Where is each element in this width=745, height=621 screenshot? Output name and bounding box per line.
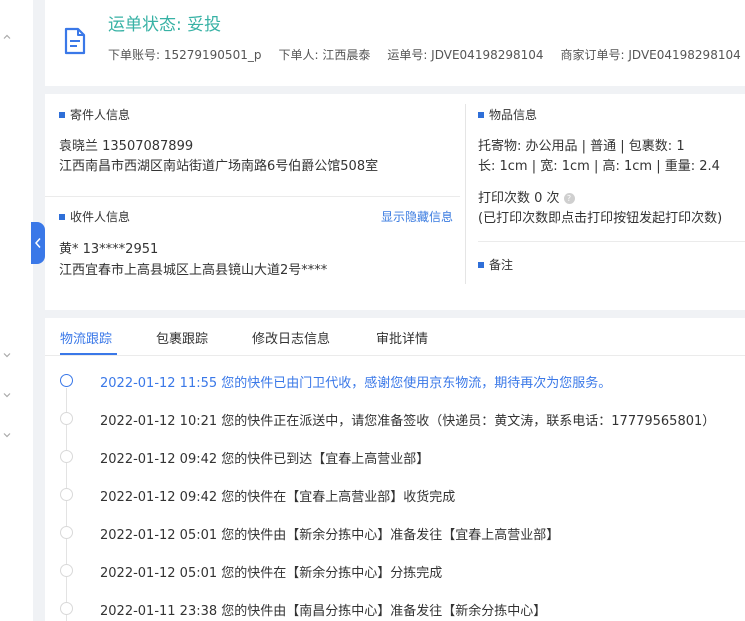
sender-name-phone: 袁晓兰 13507087899	[59, 139, 194, 154]
receiver-address: 江西宜春市上高县城区上高县镜山大道2号****	[59, 263, 328, 278]
chevron-down-icon[interactable]	[1, 349, 13, 361]
timeline-text: 2022-01-12 05:01 您的快件由【新余分拣中心】准备发往【宜春上高营…	[100, 528, 560, 543]
timeline-text: 2022-01-12 09:42 您的快件已到达【宜春上高营业部】	[100, 452, 430, 467]
tracking-timeline: 2022-01-12 11:55 您的快件已由门卫代收，感谢您使用京东物流，期待…	[45, 356, 745, 621]
timeline-dot	[60, 450, 73, 463]
timeline-item: 2022-01-12 10:21 您的快件正在派送中，请您准备签收（快递员：黄文…	[45, 407, 745, 429]
receiver-name-phone: 黄* 13****2951	[59, 242, 159, 257]
timeline-item: 2022-01-11 23:38 您的快件由【南昌分拣中心】准备发往【新余分拣中…	[45, 597, 745, 619]
timeline-text: 2022-01-11 23:38 您的快件由【南昌分拣中心】准备发往【新余分拣中…	[100, 604, 547, 619]
goods-line-1: 托寄物: 办公用品 | 普通 | 包裹数: 1	[478, 139, 685, 154]
shipment-info-card: 寄件人信息 袁晓兰 13507087899 江西南昌市西湖区南站街道广场南路6号…	[45, 94, 745, 310]
receiver-section-title: 收件人信息	[59, 208, 130, 225]
timeline-dot	[60, 564, 73, 577]
timeline-text: 2022-01-12 09:42 您的快件在【宜春上高营业部】收货完成	[100, 490, 456, 505]
timeline-text: 2022-01-12 05:01 您的快件在【新余分拣中心】分拣完成	[100, 566, 443, 581]
divider	[478, 241, 745, 242]
chevron-down-icon[interactable]	[1, 429, 13, 441]
waybill-number: 运单号: JDVE04198298104	[387, 48, 544, 62]
timeline-item: 2022-01-12 11:55 您的快件已由门卫代收，感谢您使用京东物流，期待…	[45, 369, 745, 391]
sidebar-collapse-button[interactable]	[31, 222, 45, 264]
timeline-dot	[60, 602, 73, 615]
timeline-dot	[60, 526, 73, 539]
order-account: 下单账号: 15279190501_p	[108, 48, 262, 62]
left-rail	[0, 0, 33, 621]
tab-approval-details[interactable]: 审批详情	[376, 328, 428, 347]
divider	[465, 104, 466, 284]
timeline-text: 2022-01-12 11:55 您的快件已由门卫代收，感谢您使用京东物流，期待…	[100, 376, 612, 391]
timeline-item: 2022-01-12 05:01 您的快件由【新余分拣中心】准备发往【宜春上高营…	[45, 521, 745, 543]
merchant-order-number: 商家订单号: JDVE04198298104	[560, 48, 741, 62]
tab-logistics-tracking[interactable]: 物流跟踪	[60, 328, 112, 347]
print-count-text: 打印次数 0 次	[478, 191, 560, 206]
sender-address: 江西南昌市西湖区南站街道广场南路6号伯爵公馆508室	[59, 159, 379, 174]
tab-package-tracking[interactable]: 包裹跟踪	[156, 328, 208, 347]
document-icon	[61, 27, 89, 55]
timeline-item: 2022-01-12 09:42 您的快件在【宜春上高营业部】收货完成	[45, 483, 745, 505]
timeline-dot	[60, 374, 73, 387]
waybill-header: 运单状态: 妥投 下单账号: 15279190501_p 下单人: 江西晨泰 运单号…	[45, 0, 745, 86]
sender-section-title: 寄件人信息	[59, 106, 130, 123]
show-hidden-info-link[interactable]: 显示隐藏信息	[381, 208, 453, 225]
orderer: 下单人: 江西晨泰	[278, 48, 371, 62]
tracking-tabs: 物流跟踪 包裹跟踪 修改日志信息 审批详情	[45, 318, 745, 356]
goods-section-title: 物品信息	[478, 106, 537, 123]
timeline-dot	[60, 488, 73, 501]
timeline-item: 2022-01-12 05:01 您的快件在【新余分拣中心】分拣完成	[45, 559, 745, 581]
goods-line-2: 长: 1cm | 宽: 1cm | 高: 1cm | 重量: 2.4	[478, 159, 720, 174]
chevron-down-icon[interactable]	[1, 389, 13, 401]
goods-panel: 物品信息 托寄物: 办公用品 | 普通 | 包裹数: 1 长: 1cm | 宽:…	[478, 94, 745, 310]
chevron-up-icon[interactable]	[1, 31, 13, 43]
print-count: 打印次数 0 次?	[478, 187, 575, 206]
timeline-item: 2022-01-12 09:42 您的快件已到达【宜春上高营业部】	[45, 445, 745, 467]
help-icon[interactable]: ?	[563, 193, 575, 204]
waybill-status-title: 运单状态: 妥投	[108, 15, 222, 35]
remarks-section-title: 备注	[478, 256, 513, 273]
active-tab-indicator	[60, 353, 117, 355]
timeline-text: 2022-01-12 10:21 您的快件正在派送中，请您准备签收（快递员：黄文…	[100, 414, 716, 429]
waybill-meta: 下单账号: 15279190501_p 下单人: 江西晨泰 运单号: JDVE041…	[108, 46, 745, 63]
chevron-left-icon	[34, 238, 41, 248]
tracking-card: 物流跟踪 包裹跟踪 修改日志信息 审批详情 2022-01-12 11:55 您…	[45, 318, 745, 621]
print-note: (已打印次数即点击打印按钮发起打印次数)	[478, 211, 723, 226]
timeline-dot	[60, 412, 73, 425]
divider	[45, 196, 460, 197]
tab-change-log[interactable]: 修改日志信息	[252, 328, 330, 347]
